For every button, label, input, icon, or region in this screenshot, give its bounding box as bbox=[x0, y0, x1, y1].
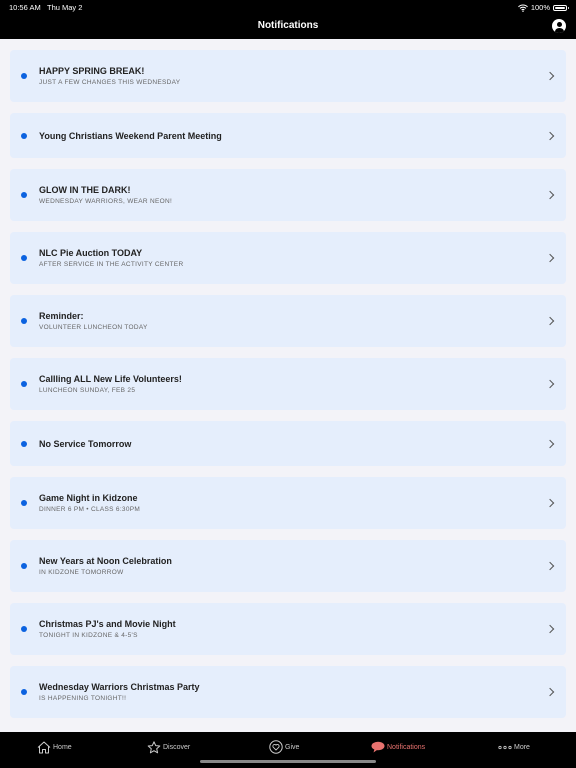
unread-dot bbox=[21, 381, 27, 387]
notification-title: Christmas PJ's and Movie Night bbox=[39, 619, 176, 629]
tab-label: Home bbox=[53, 743, 72, 751]
notification-item-9[interactable]: New Years at Noon Celebration IN KIDZONE… bbox=[10, 540, 566, 592]
notification-title: New Years at Noon Celebration bbox=[39, 556, 172, 566]
notification-text: Young Christians Weekend Parent Meeting bbox=[39, 131, 222, 141]
tab-home[interactable]: Home bbox=[37, 739, 72, 755]
more-dots-icon bbox=[498, 745, 512, 749]
tab-label: Discover bbox=[163, 743, 191, 751]
notification-subtitle: JUST A FEW CHANGES THIS WEDNESDAY bbox=[39, 79, 181, 86]
user-body bbox=[554, 27, 564, 33]
notification-title: Wednesday Warriors Christmas Party bbox=[39, 682, 200, 692]
chevron-right-icon bbox=[545, 253, 555, 263]
notification-item-4[interactable]: NLC Pie Auction TODAY AFTER SERVICE IN T… bbox=[10, 232, 566, 284]
tab-label: More bbox=[514, 743, 530, 751]
unread-dot bbox=[21, 563, 27, 569]
tab-label: Notifications bbox=[387, 743, 426, 751]
home-indicator[interactable] bbox=[200, 760, 376, 763]
battery-icon bbox=[553, 4, 569, 11]
unread-dot bbox=[21, 192, 27, 198]
chevron-right-icon bbox=[545, 379, 555, 389]
heart-icon bbox=[269, 740, 283, 754]
notification-subtitle: LUNCHEON SUNDAY, FEB 25 bbox=[39, 387, 136, 394]
unread-dot bbox=[21, 440, 27, 447]
notification-text: NLC Pie Auction TODAY AFTER SERVICE IN T… bbox=[39, 248, 183, 268]
notification-subtitle: IS HAPPENING TONIGHT!! bbox=[39, 695, 127, 702]
notification-item-6[interactable]: Callling ALL New Life Volunteers! LUNCHE… bbox=[10, 358, 566, 410]
tab-label: Give bbox=[285, 743, 300, 751]
notification-list[interactable]: HAPPY SPRING BREAK! JUST A FEW CHANGES T… bbox=[0, 39, 576, 732]
chevron-right-icon bbox=[545, 561, 555, 571]
notification-text: No Service Tomorrow bbox=[39, 439, 131, 449]
notification-text: Wednesday Warriors Christmas Party IS HA… bbox=[39, 682, 200, 702]
notification-text: HAPPY SPRING BREAK! JUST A FEW CHANGES T… bbox=[39, 66, 180, 86]
chevron-right-icon bbox=[545, 316, 555, 326]
chevron-right-icon bbox=[545, 624, 555, 634]
chevron-right-icon bbox=[545, 439, 555, 448]
notification-text: Christmas PJ's and Movie Night TONIGHT I… bbox=[39, 619, 176, 639]
tab-give[interactable]: Give bbox=[269, 739, 299, 755]
notification-item-3[interactable]: GLOW IN THE DARK! WEDNESDAY WARRIORS, WE… bbox=[10, 169, 566, 221]
battery-percent: 100% bbox=[530, 3, 550, 12]
notification-text: Reminder: VOLUNTEER LUNCHEON TODAY bbox=[39, 311, 148, 331]
unread-dot bbox=[21, 500, 27, 506]
notification-subtitle: DINNER 6 PM • CLASS 6:30PM bbox=[39, 506, 141, 513]
notification-title: Callling ALL New Life Volunteers! bbox=[39, 374, 182, 384]
status-date: Thu May 2 bbox=[47, 3, 83, 12]
notification-item-5[interactable]: Reminder: VOLUNTEER LUNCHEON TODAY bbox=[10, 295, 566, 347]
chevron-right-icon bbox=[545, 687, 555, 697]
unread-dot bbox=[21, 626, 27, 632]
notification-item-7[interactable]: No Service Tomorrow bbox=[10, 421, 566, 466]
star-icon bbox=[147, 740, 161, 753]
home-icon bbox=[37, 741, 51, 753]
tab-discover[interactable]: Discover bbox=[147, 739, 190, 755]
status-bar: 10:56 AM Thu May 2 100% bbox=[0, 0, 576, 14]
notification-title: NLC Pie Auction TODAY bbox=[39, 248, 143, 258]
chevron-right-icon bbox=[545, 71, 555, 81]
chevron-right-icon bbox=[545, 190, 555, 200]
nav-bar: Notifications bbox=[0, 14, 576, 39]
notification-subtitle: IN KIDZONE TOMORROW bbox=[39, 569, 124, 576]
unread-dot bbox=[21, 73, 27, 79]
notification-subtitle: WEDNESDAY WARRIORS, WEAR NEON! bbox=[39, 198, 173, 205]
unread-dot bbox=[21, 132, 27, 139]
notification-item-2[interactable]: Young Christians Weekend Parent Meeting bbox=[10, 113, 566, 158]
status-time: 10:56 AM bbox=[9, 3, 41, 12]
notification-subtitle: VOLUNTEER LUNCHEON TODAY bbox=[39, 324, 148, 331]
notification-item-1[interactable]: HAPPY SPRING BREAK! JUST A FEW CHANGES T… bbox=[10, 50, 566, 102]
tab-notifications[interactable]: Notifications bbox=[371, 739, 425, 755]
notification-item-11[interactable]: Wednesday Warriors Christmas Party IS HA… bbox=[10, 666, 566, 718]
speech-bubble-icon bbox=[371, 741, 385, 753]
notification-title: Young Christians Weekend Parent Meeting bbox=[39, 130, 222, 141]
notification-text: Game Night in Kidzone DINNER 6 PM • CLAS… bbox=[39, 493, 140, 513]
notification-text: GLOW IN THE DARK! WEDNESDAY WARRIORS, WE… bbox=[39, 185, 172, 205]
unread-dot bbox=[21, 255, 27, 261]
notification-title: Reminder: bbox=[39, 311, 84, 321]
notification-title: GLOW IN THE DARK! bbox=[39, 185, 131, 195]
notification-item-8[interactable]: Game Night in Kidzone DINNER 6 PM • CLAS… bbox=[10, 477, 566, 529]
wifi-icon bbox=[517, 4, 528, 12]
notification-title: Game Night in Kidzone bbox=[39, 493, 138, 503]
notification-text: New Years at Noon Celebration IN KIDZONE… bbox=[39, 556, 172, 576]
user-circle-icon[interactable] bbox=[552, 19, 566, 33]
chevron-right-icon bbox=[545, 131, 555, 140]
status-right: 100% bbox=[517, 3, 569, 12]
chevron-right-icon bbox=[545, 498, 555, 508]
page-title: Notifications bbox=[257, 20, 319, 31]
notification-subtitle: AFTER SERVICE IN THE ACTIVITY CENTER bbox=[39, 261, 184, 268]
unread-dot bbox=[21, 689, 27, 695]
user-head bbox=[556, 21, 562, 27]
notification-text: Callling ALL New Life Volunteers! LUNCHE… bbox=[39, 374, 182, 394]
notification-item-10[interactable]: Christmas PJ's and Movie Night TONIGHT I… bbox=[10, 603, 566, 655]
unread-dot bbox=[21, 318, 27, 324]
tab-more[interactable]: More bbox=[498, 739, 530, 755]
notification-title: No Service Tomorrow bbox=[39, 438, 132, 449]
notification-subtitle: TONIGHT IN KIDZONE & 4-5'S bbox=[39, 632, 138, 639]
notification-title: HAPPY SPRING BREAK! bbox=[39, 66, 145, 76]
